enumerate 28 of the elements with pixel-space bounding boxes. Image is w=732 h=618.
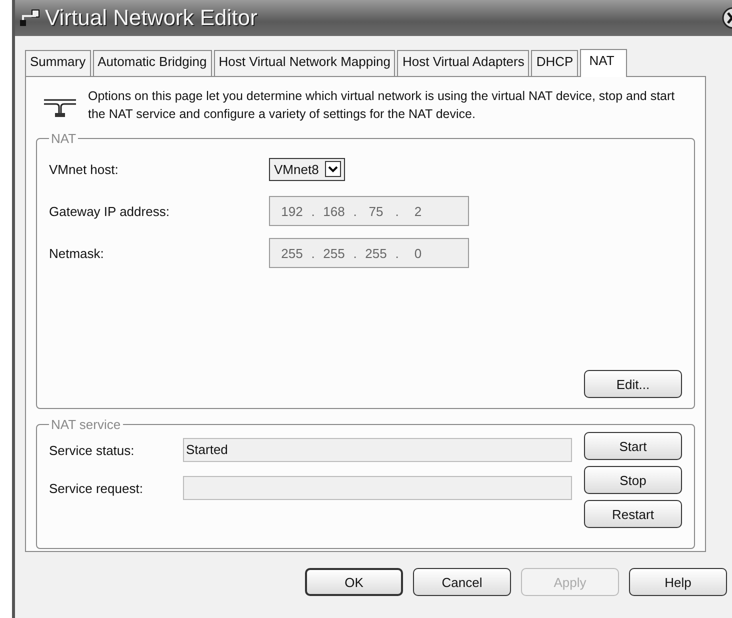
field-label: Netmask: [49,246,105,260]
close-icon[interactable] [720,7,732,29]
tab[interactable]: Automatic Bridging [92,50,212,76]
description-text: Options on this page let you determine which virtual network is using the virtual NAT device, stop and start the NAT service and configure a variety of settings for the NAT device. [88,88,676,123]
tab[interactable]: Summary [25,50,91,76]
edit-button[interactable]: Edit... [584,370,682,398]
field-label: VMnet host: [49,162,120,176]
dialog-button[interactable]: OK [305,568,403,596]
service-button[interactable]: Start [584,432,682,460]
tab[interactable]: NAT [580,49,628,77]
field-label: Gateway IP address: [49,204,170,218]
ip-address-field[interactable]: 192 . 168 . 75 . 2 [269,196,469,226]
field-label: Service request: [49,480,144,496]
network-icon [19,9,41,27]
service-button[interactable]: Restart [584,500,682,528]
tab[interactable]: Host Virtual Network Mapping [214,50,396,76]
dialog-button[interactable]: Cancel [413,568,511,596]
tab[interactable]: Host Virtual Adapters [397,50,530,76]
service-button[interactable]: Stop [584,466,682,494]
ip-address-field[interactable]: 255 . 255 . 255 . 0 [269,238,469,268]
group-legend: NAT [49,131,78,146]
group-legend: NAT service [49,417,123,432]
vmnet-dropdown[interactable]: VMnet8 [269,158,345,180]
window-title: Virtual Network Editor [45,5,258,31]
dialog-button[interactable]: Help [629,568,727,596]
field-label: Service status: [49,442,136,458]
tab[interactable]: DHCP [531,50,578,76]
status-field: Started [183,438,572,462]
